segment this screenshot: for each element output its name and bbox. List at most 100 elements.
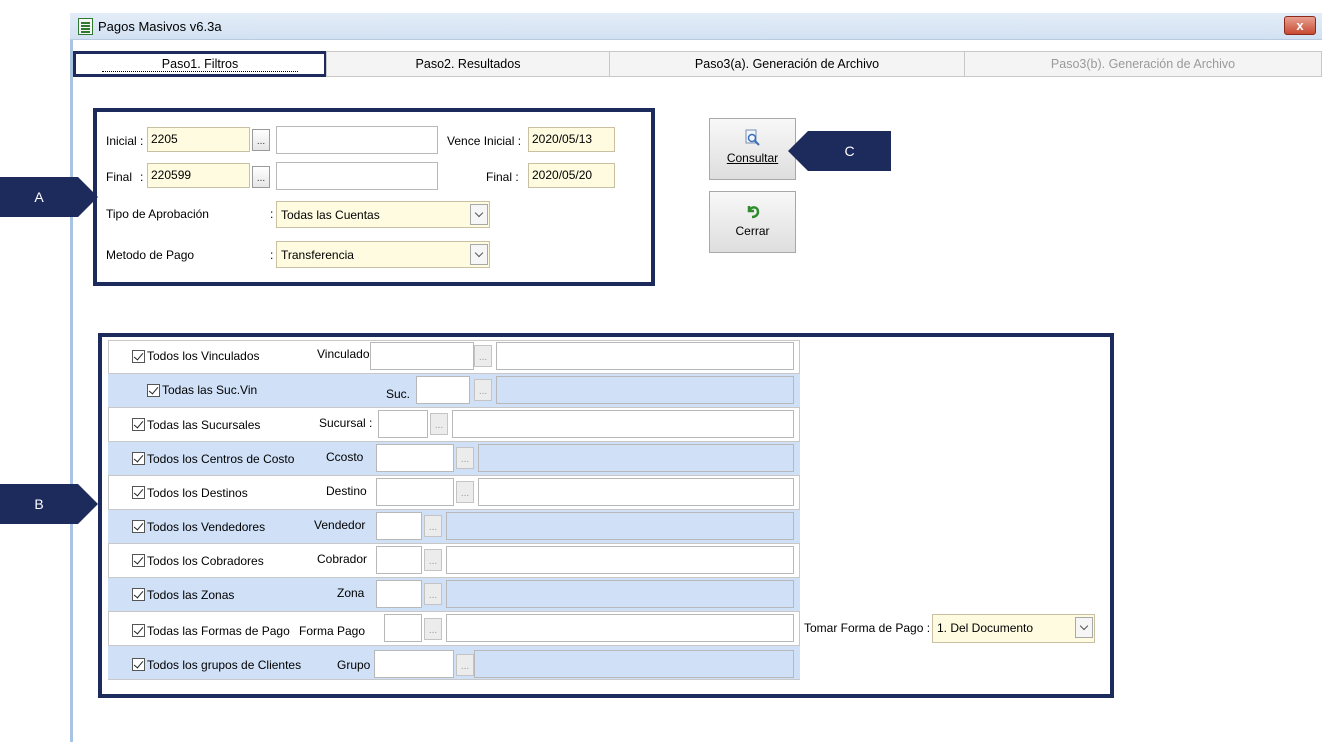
ccosto-field-label: Ccosto — [326, 450, 364, 464]
vinculado-description-field — [496, 342, 794, 370]
row-centros-costo: Todos los Centros de Costo Ccosto ... — [108, 442, 800, 476]
callout-b: B — [0, 484, 98, 524]
grupo-field-label: Grupo — [337, 658, 371, 672]
cerrar-button[interactable]: Cerrar — [709, 191, 796, 253]
vinculado-field-label: Vinculado — [317, 347, 370, 361]
window-title: Pagos Masivos v6.3a — [98, 19, 222, 34]
grupo-browse-button: ... — [456, 654, 474, 676]
tab-filtros[interactable]: Paso1. Filtros — [73, 51, 327, 77]
consultar-button[interactable]: Consultar — [709, 118, 796, 180]
close-button[interactable]: x — [1284, 16, 1316, 35]
metodo-pago-colon: : — [270, 248, 274, 262]
zonas-check-label: Todos las Zonas — [147, 588, 235, 602]
inicial-browse-button[interactable]: ... — [252, 129, 270, 151]
destinos-checkbox[interactable] — [132, 486, 145, 499]
zona-input[interactable] — [376, 580, 422, 608]
cobrador-browse-button: ... — [424, 549, 442, 571]
cerrar-label: Cerrar — [735, 224, 770, 238]
metodo-pago-dropdown-icon[interactable] — [470, 244, 488, 265]
vendedor-field-label: Vendedor — [314, 518, 366, 532]
row-destinos: Todos los Destinos Destino ... — [108, 476, 800, 510]
grupo-input[interactable] — [374, 650, 454, 678]
destino-description-field — [478, 478, 794, 506]
suc-field-label: Suc. — [386, 387, 411, 401]
zona-field-label: Zona — [337, 586, 365, 600]
grupos-clientes-checkbox[interactable] — [132, 658, 145, 671]
inicial-description-field — [276, 126, 438, 154]
sucursal-description-field — [452, 410, 794, 438]
vence-final-label: Final : — [486, 170, 519, 184]
row-grupos-clientes: Todos los grupos de Clientes Grupo ... — [108, 646, 800, 680]
suc-vin-check-label: Todas las Suc.Vin — [162, 383, 258, 397]
tipo-aprobacion-label: Tipo de Aprobación — [106, 207, 209, 221]
inicial-input[interactable]: 2205 — [147, 127, 250, 152]
row-formas-pago: Todas las Formas de Pago Forma Pago ... — [108, 612, 800, 646]
formas-pago-checkbox[interactable] — [132, 624, 145, 637]
sucursales-check-label: Todas las Sucursales — [147, 418, 261, 432]
sucursal-field-label: Sucursal : — [319, 416, 373, 430]
tipo-aprobacion-colon: : — [270, 207, 274, 221]
sucursal-input[interactable] — [378, 410, 428, 438]
cobradores-check-label: Todos los Cobradores — [147, 554, 264, 568]
undo-arrow-icon — [710, 202, 795, 220]
callout-c: C — [788, 131, 891, 171]
grupos-clientes-check-label: Todos los grupos de Clientes — [147, 658, 302, 672]
tab-generacion-b: Paso3(b). Generación de Archivo — [964, 51, 1322, 77]
row-suc-vin: Todas las Suc.Vin Suc. ... — [108, 374, 800, 408]
cobrador-description-field — [446, 546, 794, 574]
ccosto-description-field — [478, 444, 794, 472]
tipo-aprobacion-dropdown-icon[interactable] — [470, 204, 488, 225]
suc-input[interactable] — [416, 376, 470, 404]
vendedores-check-label: Todos los Vendedores — [147, 520, 266, 534]
consultar-label: Consultar — [726, 151, 779, 165]
magnifier-icon — [710, 129, 795, 147]
tab-generacion-a[interactable]: Paso3(a). Generación de Archivo — [609, 51, 965, 77]
vence-final-input[interactable]: 2020/05/20 — [528, 163, 615, 188]
metodo-pago-label: Metodo de Pago — [106, 248, 195, 262]
final-input[interactable]: 220599 — [147, 163, 250, 188]
ccosto-input[interactable] — [376, 444, 454, 472]
grupo-description-field — [474, 650, 794, 678]
vendedores-checkbox[interactable] — [132, 520, 145, 533]
vendedor-browse-button: ... — [424, 515, 442, 537]
spreadsheet-app-icon — [78, 18, 93, 35]
tomar-forma-pago-dropdown-icon[interactable] — [1075, 617, 1093, 638]
vinculados-checkbox[interactable] — [132, 350, 145, 363]
sucursal-browse-button: ... — [430, 413, 448, 435]
destino-input[interactable] — [376, 478, 454, 506]
suc-description-field — [496, 376, 794, 404]
final-browse-button[interactable]: ... — [252, 166, 270, 188]
destinos-check-label: Todos los Destinos — [147, 486, 248, 500]
zona-description-field — [446, 580, 794, 608]
forma-pago-browse-button: ... — [424, 618, 442, 640]
zonas-checkbox[interactable] — [132, 588, 145, 601]
vinculados-check-label: Todos los Vinculados — [147, 349, 260, 363]
row-sucursales: Todas las Sucursales Sucursal : ... — [108, 408, 800, 442]
vendedor-description-field — [446, 512, 794, 540]
final-label: Final — [106, 170, 133, 184]
suc-vin-checkbox[interactable] — [147, 384, 160, 397]
title-bar — [70, 13, 1322, 40]
tab-resultados[interactable]: Paso2. Resultados — [326, 51, 610, 77]
cobradores-checkbox[interactable] — [132, 554, 145, 567]
tomar-forma-pago-select[interactable]: 1. Del Documento — [932, 614, 1095, 643]
vinculado-input[interactable] — [370, 342, 474, 370]
tipo-aprobacion-select[interactable]: Todas las Cuentas — [276, 201, 490, 228]
inicial-colon: : — [140, 134, 144, 148]
metodo-pago-select[interactable]: Transferencia — [276, 241, 490, 268]
vendedor-input[interactable] — [376, 512, 422, 540]
callout-a: A — [0, 177, 98, 217]
centros-costo-checkbox[interactable] — [132, 452, 145, 465]
sucursales-checkbox[interactable] — [132, 418, 145, 431]
zona-browse-button: ... — [424, 583, 442, 605]
destino-field-label: Destino — [326, 484, 367, 498]
forma-pago-description-field — [446, 614, 794, 642]
vinculado-browse-button: ... — [474, 345, 492, 367]
tab-divider — [326, 76, 1322, 77]
formas-pago-check-label: Todas las Formas de Pago — [147, 624, 290, 638]
tab-filtros-label: Paso1. Filtros — [101, 57, 299, 72]
cobrador-input[interactable] — [376, 546, 422, 574]
row-vinculados: Todos los Vinculados Vinculado ... — [108, 340, 800, 374]
vence-inicial-input[interactable]: 2020/05/13 — [528, 127, 615, 152]
forma-pago-input[interactable] — [384, 614, 422, 642]
